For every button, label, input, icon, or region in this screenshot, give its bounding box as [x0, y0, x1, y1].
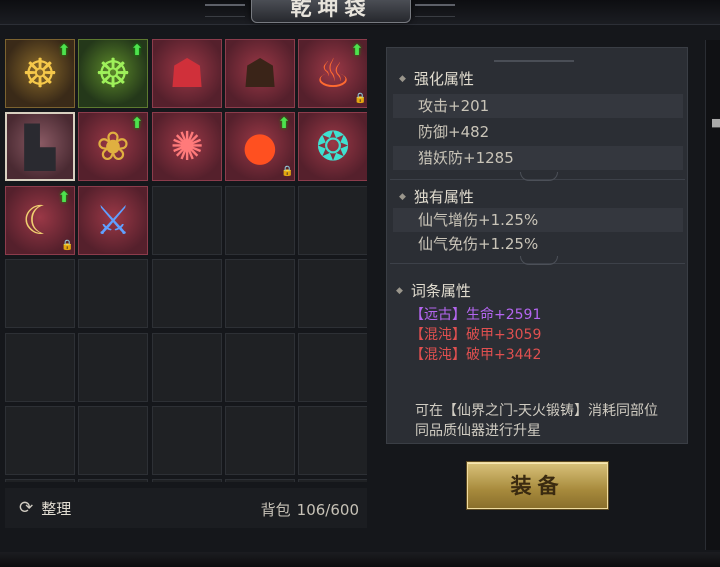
empty-slot[interactable] — [225, 406, 295, 475]
affix-bracket: 【混沌】 — [410, 327, 466, 343]
empty-slot[interactable] — [152, 259, 222, 328]
empty-slot[interactable] — [152, 333, 222, 402]
empty-slot[interactable] — [5, 259, 75, 328]
empty-slot[interactable] — [78, 333, 148, 402]
empty-slot[interactable] — [5, 333, 75, 402]
empty-slot[interactable] — [5, 406, 75, 475]
empty-slot[interactable] — [152, 479, 222, 482]
empty-slot[interactable] — [225, 259, 295, 328]
section-divider — [390, 170, 685, 181]
inventory-item-golden-wheel[interactable]: ☸ ⬆ — [5, 39, 75, 108]
diamond-icon: ◆ — [399, 191, 406, 202]
arrow-up-icon: ⬆ — [130, 41, 144, 59]
stat-row: 猎妖防+1285 — [393, 146, 683, 170]
affix-row: 【混沌】破甲+3059 — [410, 326, 541, 344]
empty-slot[interactable] — [225, 479, 295, 482]
diamond-icon: ◆ — [399, 73, 406, 84]
arrow-up-icon: ⬆ — [57, 41, 71, 59]
diamond-icon: ◆ — [396, 285, 403, 296]
arrow-up-icon: ⬆ — [130, 114, 144, 132]
enhance-section-title: ◆ 强化属性 — [399, 68, 474, 89]
empty-slot[interactable] — [225, 186, 295, 255]
inventory-grid: ☸ ⬆ ☸ ⬆ ☗ ☗ ♨ ⬆ 🔒 ▙ ❀ ⬆ ✺ ● ⬆ 🔒 ❂ ☾ ⬆ 🔒 ⚔ — [5, 39, 367, 482]
unique-title-label: 独有属性 — [413, 188, 474, 206]
stat-row: 防御+482 — [418, 123, 490, 141]
bag-count: 106/600 — [296, 501, 359, 519]
refresh-icon: ⟳ — [19, 498, 34, 518]
enhance-title-label: 强化属性 — [413, 70, 474, 88]
affix-value: 生命+2591 — [466, 307, 542, 323]
affix-section-title: ◆ 词条属性 — [396, 280, 471, 301]
empty-slot[interactable] — [225, 333, 295, 402]
inventory-item-demon-mask-red[interactable]: ☗ — [152, 39, 222, 108]
empty-slot[interactable] — [152, 186, 222, 255]
demon-mask-dark-icon: ☗ — [242, 51, 278, 97]
inventory-item-green-wheel[interactable]: ☸ ⬆ — [78, 39, 148, 108]
empty-slot[interactable] — [5, 479, 75, 482]
sort-label: 整理 — [41, 499, 72, 518]
empty-slot[interactable] — [78, 259, 148, 328]
boots-icon: ▙ — [24, 125, 56, 171]
inventory-item-crescent-staff[interactable]: ☾ ⬆ 🔒 — [5, 186, 75, 255]
arrow-up-icon: ⬆ — [350, 41, 364, 59]
affix-value: 破甲+3059 — [466, 327, 542, 343]
affix-bracket: 【混沌】 — [410, 347, 466, 363]
lock-icon: 🔒 — [281, 166, 294, 177]
inventory-item-golden-hair[interactable]: ❀ ⬆ — [78, 112, 148, 181]
empty-slot[interactable] — [298, 333, 367, 402]
side-panel-edge: ■ — [705, 40, 720, 550]
empty-slot[interactable] — [78, 479, 148, 482]
bag-label: 背包 — [260, 501, 291, 519]
stat-row: 仙气增伤+1.25% — [393, 208, 683, 232]
title-ornament-left — [205, 4, 245, 17]
title-plate: 乾坤袋 — [251, 0, 411, 23]
panel-ornament — [494, 52, 574, 62]
inventory-footer: ⟳ 整理 背包 106/600 — [5, 488, 367, 528]
bag-capacity: 背包 106/600 — [255, 499, 359, 520]
arrow-up-icon: ⬆ — [57, 188, 71, 206]
cyan-beast-icon: ❂ — [316, 124, 350, 170]
sort-button[interactable]: ⟳ 整理 — [19, 498, 71, 518]
empty-slot[interactable] — [298, 186, 367, 255]
lock-icon: 🔒 — [354, 93, 367, 104]
empty-slot[interactable] — [298, 406, 367, 475]
arrow-up-icon: ⬆ — [277, 114, 291, 132]
inventory-item-boots[interactable]: ▙ — [5, 112, 75, 181]
inventory-item-red-demon-head[interactable]: ✺ — [152, 112, 222, 181]
section-divider — [390, 254, 685, 265]
background-floor — [0, 552, 720, 567]
inventory-item-ice-sword[interactable]: ⚔ — [78, 186, 148, 255]
equip-button[interactable]: 装备 — [467, 462, 608, 509]
affix-bracket: 【远古】 — [410, 307, 466, 323]
empty-slot[interactable] — [78, 406, 148, 475]
affix-title-label: 词条属性 — [410, 282, 471, 300]
affix-row: 【远古】生命+2591 — [410, 306, 541, 324]
inventory-item-demon-mask-dark[interactable]: ☗ — [225, 39, 295, 108]
demon-mask-red-icon: ☗ — [169, 51, 205, 97]
red-demon-head-icon: ✺ — [170, 124, 204, 170]
stat-row: 攻击+201 — [393, 94, 683, 118]
stat-row: 仙气免伤+1.25% — [418, 235, 539, 253]
empty-slot[interactable] — [152, 406, 222, 475]
inventory-item-fire-orb[interactable]: ● ⬆ 🔒 — [225, 112, 295, 181]
unique-section-title: ◆ 独有属性 — [399, 186, 474, 207]
inventory-item-cyan-beast[interactable]: ❂ — [298, 112, 367, 181]
window-title: 乾坤袋 — [290, 0, 372, 20]
empty-slot[interactable] — [298, 259, 367, 328]
title-ornament-right — [415, 4, 455, 17]
empty-slot[interactable] — [298, 479, 367, 482]
lock-icon: 🔒 — [61, 240, 74, 251]
upgrade-hint: 可在【仙界之门-天火锻铸】消耗同部位同品质仙器进行升星 — [415, 403, 659, 439]
inventory-item-fire-cauldron[interactable]: ♨ ⬆ 🔒 — [298, 39, 367, 108]
affix-row: 【混沌】破甲+3442 — [410, 346, 541, 364]
affix-value: 破甲+3442 — [466, 347, 542, 363]
ice-sword-icon: ⚔ — [95, 198, 131, 244]
